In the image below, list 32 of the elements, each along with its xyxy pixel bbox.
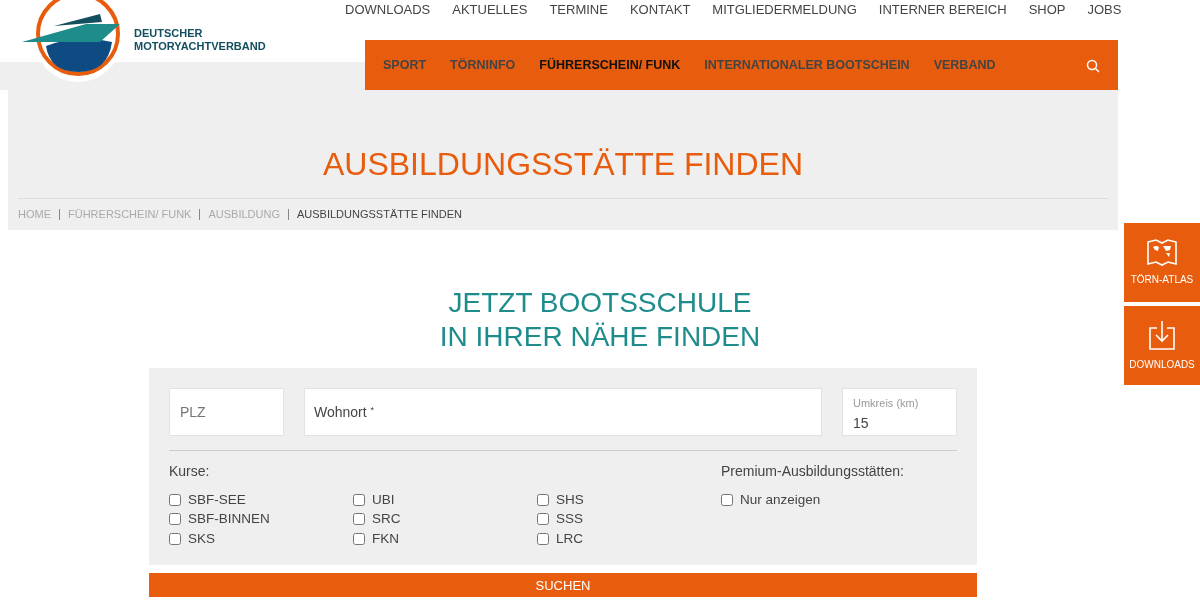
logo-text[interactable]: DEUTSCHER	[134, 27, 266, 40]
logo-text[interactable]: MOTORYACHTVERBAND	[134, 40, 266, 53]
checkbox-label[interactable]: SKS	[169, 529, 353, 549]
top-nav-link[interactable]: SHOP	[1028, 0, 1066, 20]
section-heading: IN IHRER NÄHE FINDEN	[439, 320, 761, 354]
checkbox-label[interactable]: SHS	[537, 490, 721, 510]
side-button[interactable]: DOWNLOADS	[1124, 306, 1200, 385]
checkbox-label[interactable]: SBF-SEE	[169, 490, 353, 510]
section-heading: JETZT BOOTSSCHULE	[447, 286, 753, 320]
top-nav-link[interactable]: KONTAKT	[629, 0, 691, 20]
top-nav-link[interactable]: INTERNER BEREICH	[878, 0, 1007, 20]
checkbox-label[interactable]: UBI	[353, 490, 537, 510]
top-nav-link[interactable]: MITGLIEDERMELDUNG	[712, 0, 857, 20]
top-nav-link[interactable]: AKTUELLES	[452, 0, 528, 20]
page-title: AUSBILDUNGSSTÄTTE FINDEN	[321, 145, 805, 184]
postcode-field[interactable]: PLZ	[169, 388, 284, 436]
premium-label: Premium-Ausbildungsstätten:	[721, 462, 904, 481]
checkbox-label[interactable]: FKN	[353, 529, 537, 549]
side-button[interactable]: TÖRN-ATLAS	[1124, 223, 1200, 302]
checkbox-label[interactable]: SSS	[537, 509, 721, 529]
top-nav-link[interactable]: JOBS	[1087, 0, 1122, 20]
main-nav-link[interactable]: FÜHRERSCHEIN/ FUNK	[539, 55, 681, 75]
top-nav-link[interactable]: TERMINE	[549, 0, 608, 20]
search-button[interactable]: SUCHEN	[149, 572, 977, 597]
radius-field[interactable]: Umkreis (km) 15	[842, 388, 957, 436]
checkbox-label[interactable]: Nur anzeigen	[721, 490, 904, 510]
checkbox-label[interactable]: SBF-BINNEN	[169, 509, 353, 529]
checkbox-label[interactable]: SRC	[353, 509, 537, 529]
checkbox-label[interactable]: LRC	[537, 529, 721, 549]
field-label: Wohnort $^{*}$	[314, 403, 375, 422]
courses-label: Kurse:	[169, 462, 211, 481]
top-nav-link[interactable]: DOWNLOADS	[345, 0, 431, 20]
